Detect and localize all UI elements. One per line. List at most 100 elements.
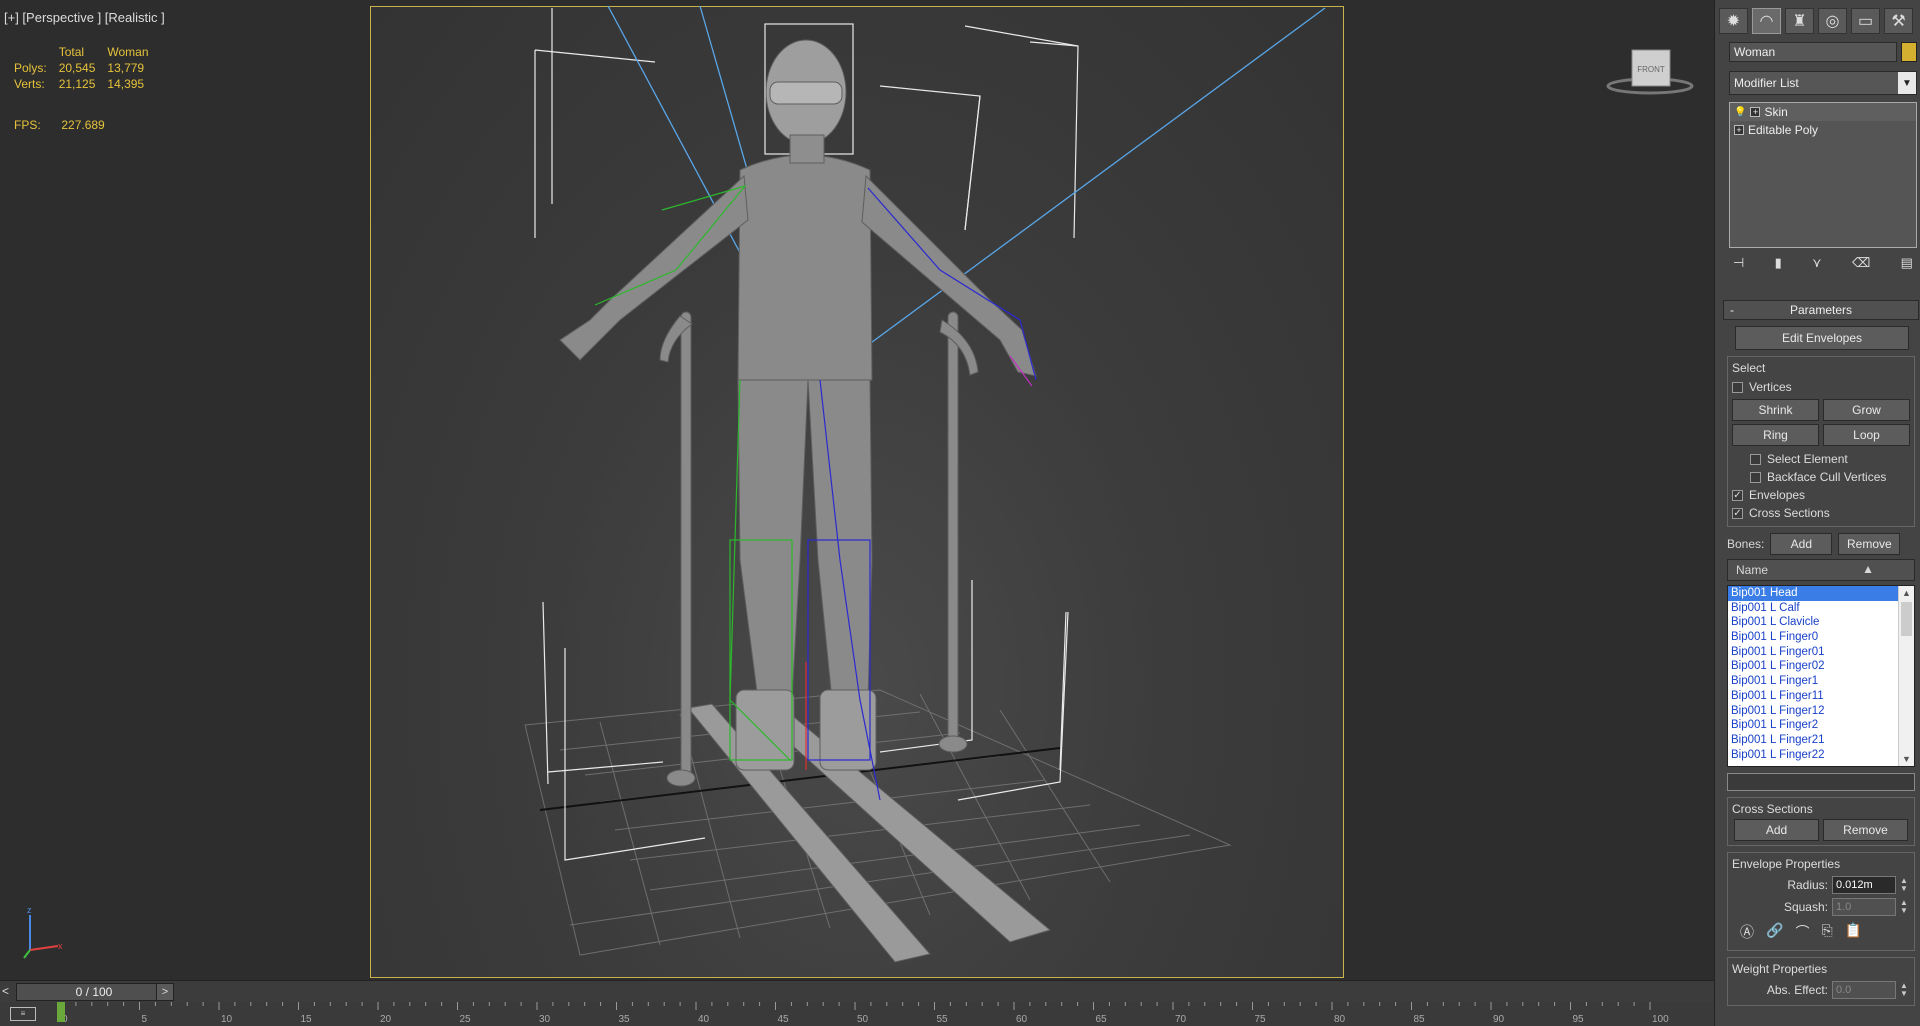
bone-list-header[interactable]: Name ▲ [1727,559,1915,581]
previous-frame-icon[interactable]: < [2,984,14,1000]
scroll-up-icon[interactable]: ▲ [1899,586,1914,600]
bone-item[interactable]: Bip001 L Finger1 [1728,674,1914,689]
stack-item-editable-poly[interactable]: + Editable Poly [1730,121,1916,139]
viewcube[interactable]: FRONT [1606,49,1694,95]
bone-item[interactable]: Bip001 L Finger12 [1728,704,1914,719]
time-slider[interactable]: 0 / 100 [16,983,172,1001]
remove-cross-section-button[interactable]: Remove [1823,819,1908,841]
lightbulb-icon[interactable]: 💡 [1734,107,1746,118]
object-name-field[interactable]: Woman [1729,42,1897,62]
bone-name-field[interactable] [1727,773,1915,791]
stack-item-label: Editable Poly [1748,123,1819,137]
remove-bone-button[interactable]: Remove [1838,533,1901,555]
bone-item[interactable]: Bip001 L Finger02 [1728,659,1914,674]
show-end-result-icon[interactable]: ▮ [1775,255,1782,271]
stack-item-skin[interactable]: 💡 + Skin [1730,103,1916,121]
edit-envelopes-button[interactable]: Edit Envelopes [1735,326,1909,350]
axis-tripod: z x [23,905,63,959]
copy-envelope-icon[interactable]: ⎘ [1821,922,1832,942]
viewport-label-menu[interactable]: [+] [Perspective ] [Realistic ] [4,10,165,25]
display-icon[interactable]: ▭ [1851,8,1880,34]
cross-sections-title: Cross Sections [1732,802,1813,816]
spinner-arrows-icon[interactable]: ▲ ▼ [1900,877,1908,893]
bone-item[interactable]: Bip001 L Finger0 [1728,630,1914,645]
configure-sets-icon[interactable]: ▤ [1901,255,1913,271]
expand-icon[interactable]: + [1750,107,1761,117]
check-icon: ✓ [1732,507,1743,519]
select-element-checkbox[interactable]: Select Element [1732,450,1910,468]
ruler-tick-label: 75 [1255,1014,1267,1025]
perspective-viewport[interactable]: FRONT z x [+] [Perspective ] [Realistic … [0,0,1714,980]
bone-item[interactable]: Bip001 L Calf [1728,601,1914,616]
stats-polys-label: Polys: [14,61,47,75]
parameters-header[interactable]: - Parameters [1723,300,1919,320]
ring-button[interactable]: Ring [1732,424,1819,446]
bone-item[interactable]: Bip001 L Finger22 [1728,748,1914,763]
radius-spinner[interactable]: 0.012m [1832,876,1896,894]
absolute-relative-icon[interactable]: Ⓐ [1740,922,1754,942]
bone-item[interactable]: Bip001 L Finger2 [1728,718,1914,733]
bone-item[interactable]: Bip001 L Finger01 [1728,645,1914,660]
envelope-visible-icon[interactable]: 🔗 [1766,922,1783,942]
expand-icon[interactable]: + [1734,125,1744,135]
paste-envelope-icon[interactable]: 📋 [1845,922,1862,942]
remove-modifier-icon[interactable]: ⌫ [1852,255,1870,271]
make-unique-icon[interactable]: ⋎ [1812,255,1822,271]
next-frame-icon[interactable]: > [156,983,174,1001]
spinner-arrows-icon[interactable]: ▲ ▼ [1900,899,1908,915]
spinner-arrows-icon[interactable]: ▲ ▼ [1900,982,1908,998]
curve-editor-icon[interactable]: ≡ [10,1007,36,1021]
bone-item[interactable]: Bip001 Head [1728,586,1914,601]
cross-sections-checkbox[interactable]: ✓ Cross Sections [1732,504,1910,522]
grow-button[interactable]: Grow [1823,399,1910,421]
bone-list[interactable]: Bip001 Head Bip001 L Calf Bip001 L Clavi… [1727,585,1915,767]
abs-effect-spinner[interactable]: 0.0 [1832,981,1896,999]
scene-render[interactable]: FRONT z x [0,0,1714,980]
checkbox-label: Backface Cull Vertices [1767,470,1887,484]
current-frame-marker[interactable] [57,1002,65,1022]
check-icon: ✓ [1732,489,1743,501]
vertices-checkbox[interactable]: Vertices [1732,378,1910,396]
bone-item[interactable]: Bip001 L Finger21 [1728,733,1914,748]
hierarchy-icon[interactable]: ♜ [1785,8,1814,34]
checkbox-label: Vertices [1749,380,1792,394]
bone-list-scrollbar[interactable]: ▲ ▼ [1898,586,1914,766]
loop-button[interactable]: Loop [1823,424,1910,446]
character-mesh[interactable] [559,39,1052,963]
ruler-tick-label: 95 [1573,1014,1585,1025]
ruler-tick-label: 65 [1096,1014,1108,1025]
utilities-icon[interactable]: ⚒ [1884,8,1913,34]
scroll-thumb[interactable] [1901,602,1912,636]
parameters-title: Parameters [1789,303,1853,317]
envelope-tools: Ⓐ 🔗 ⌒ ⎘ 📋 [1732,918,1910,946]
ruler-tick-label: 85 [1414,1014,1426,1025]
ruler-tick-label: 5 [142,1014,148,1025]
envelopes-checkbox[interactable]: ✓ Envelopes [1732,486,1910,504]
ruler-tick-label: 10 [221,1014,233,1025]
stats-verts-label: Verts: [14,77,45,91]
fps-value: 227.689 [61,118,105,132]
modify-icon[interactable]: ◠ [1752,8,1781,34]
add-bone-button[interactable]: Add [1770,533,1833,555]
modifier-stack[interactable]: 💡 + Skin + Editable Poly [1729,102,1917,248]
motion-icon[interactable]: ◎ [1818,8,1847,34]
modifier-list-dropdown[interactable]: Modifier List ▼ [1729,71,1917,95]
cross-sections-group: Cross Sections Add Remove [1727,797,1915,846]
pin-stack-icon[interactable]: ⊣ [1733,255,1744,271]
track-bar[interactable]: 0510152025303540455055606570758085909510… [0,1002,1714,1026]
scroll-down-icon[interactable]: ▼ [1899,752,1914,766]
bone-item[interactable]: Bip001 L Finger11 [1728,689,1914,704]
command-panel-tabs: ✹ ◠ ♜ ◎ ▭ ⚒ [1719,8,1917,34]
falloff-icon[interactable]: ⌒ [1795,922,1809,942]
checkbox-box [1750,471,1761,483]
shrink-button[interactable]: Shrink [1732,399,1819,421]
object-color-swatch[interactable] [1901,42,1917,62]
create-icon[interactable]: ✹ [1719,8,1748,34]
add-cross-section-button[interactable]: Add [1734,819,1819,841]
max-window: FRONT z x [+] [Perspective ] [Realistic … [0,0,1920,1026]
stats-verts-total: 21,125 [58,77,96,91]
ruler-tick-label: 70 [1175,1014,1187,1025]
bone-item[interactable]: Bip001 L Clavicle [1728,615,1914,630]
backface-cull-checkbox[interactable]: Backface Cull Vertices [1732,468,1910,486]
squash-spinner[interactable]: 1.0 [1832,898,1896,916]
